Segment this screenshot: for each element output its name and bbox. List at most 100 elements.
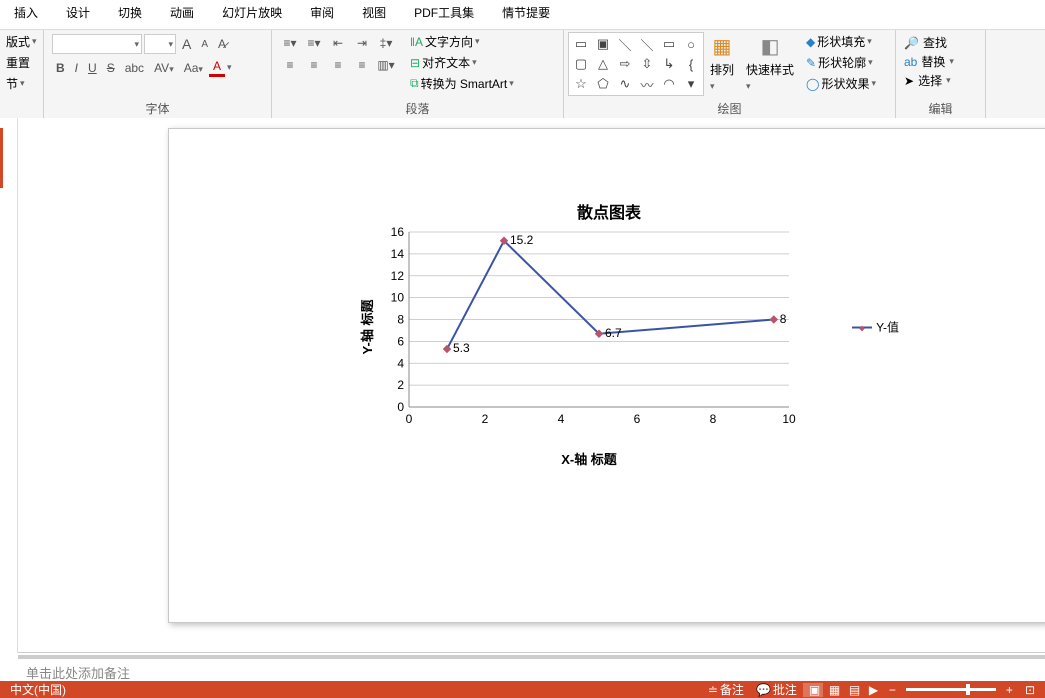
svg-text:4: 4: [558, 412, 565, 426]
notes-icon: ≐: [708, 683, 718, 697]
arrange-button[interactable]: ▦ 排列▾: [704, 32, 740, 94]
x-axis-title: X-轴 标题: [379, 449, 799, 468]
line-spacing-button[interactable]: ‡▾: [376, 34, 396, 52]
tab-design[interactable]: 设计: [52, 2, 104, 23]
shape-brace-icon[interactable]: {: [681, 55, 701, 73]
shape-line2-icon[interactable]: ＼: [637, 35, 657, 53]
find-button[interactable]: 🔎查找: [904, 34, 954, 51]
shape-triangle-icon[interactable]: △: [593, 55, 613, 73]
convert-smartart-button[interactable]: ⧉ 转换为 SmartArt▾: [408, 74, 516, 93]
shape-rect-icon[interactable]: ▭: [659, 35, 679, 53]
shape-fill-button[interactable]: ◆ 形状填充▾: [804, 32, 878, 51]
select-button[interactable]: ➤选择▾: [904, 72, 954, 89]
shape-arrow-ud-icon[interactable]: ⇳: [637, 55, 657, 73]
shape-arrow-r-icon[interactable]: ⇨: [615, 55, 635, 73]
slideshow-view-button[interactable]: ▶: [863, 683, 883, 697]
slide-canvas[interactable]: 散点图表 Y-轴 标题 02468101214160246810 Y-值 5.3…: [168, 128, 1045, 623]
shape-picture-icon[interactable]: ▣: [593, 35, 613, 53]
align-center-button[interactable]: ≡: [304, 56, 324, 74]
text-direction-button[interactable]: ‖A 文字方向▾: [408, 32, 516, 51]
tab-pdf[interactable]: PDF工具集: [400, 2, 488, 23]
shape-arc-icon[interactable]: ◠: [659, 75, 679, 93]
active-slide-indicator: [0, 128, 3, 188]
shape-polygon-icon[interactable]: ⬠: [593, 75, 613, 93]
notes-toggle[interactable]: ≐备注: [702, 681, 750, 698]
shape-curve-icon[interactable]: ∿: [615, 75, 635, 93]
tab-slideshow[interactable]: 幻灯片放映: [208, 2, 296, 23]
bullets-button[interactable]: ≡▾: [280, 34, 300, 52]
shape-more-icon[interactable]: ▾: [681, 75, 701, 93]
svg-text:8: 8: [397, 313, 404, 327]
legend-label: Y-值: [876, 319, 899, 336]
language-status[interactable]: 中文(中国): [4, 681, 72, 698]
underline-button[interactable]: U: [84, 60, 101, 76]
numbering-button[interactable]: ≡▾: [304, 34, 324, 52]
decrease-font-button[interactable]: A: [197, 38, 212, 51]
svg-text:10: 10: [782, 412, 796, 426]
reading-view-button[interactable]: ▤: [843, 683, 863, 697]
align-right-button[interactable]: ≡: [328, 56, 348, 74]
shape-connector-icon[interactable]: ↳: [659, 55, 679, 73]
normal-view-button[interactable]: ▣: [803, 683, 823, 697]
font-family-combo[interactable]: ▾: [52, 34, 142, 54]
data-label: 6.7: [605, 326, 622, 340]
shape-freeform-icon[interactable]: 〰: [637, 75, 657, 93]
strikethrough-button[interactable]: S: [103, 60, 119, 76]
tab-animation[interactable]: 动画: [156, 2, 208, 23]
shape-oval-icon[interactable]: ○: [681, 35, 701, 53]
effects-icon: ◯: [806, 77, 819, 91]
tab-view[interactable]: 视图: [348, 2, 400, 23]
shape-star-icon[interactable]: ☆: [571, 75, 591, 93]
notes-pane[interactable]: 单击此处添加备注: [18, 655, 1045, 683]
layout-button[interactable]: 版式▾: [4, 32, 39, 51]
svg-text:2: 2: [397, 378, 404, 392]
tab-storyboard[interactable]: 情节提要: [488, 2, 564, 23]
comments-toggle[interactable]: 💬批注: [750, 681, 803, 698]
change-case-button[interactable]: Aa▾: [180, 60, 207, 76]
quick-styles-button[interactable]: ◧ 快速样式▾: [740, 32, 800, 94]
reset-button[interactable]: 重置: [4, 53, 39, 72]
shapes-gallery[interactable]: ▭ ▣ ＼ ＼ ▭ ○ ▢ △ ⇨ ⇳ ↳ { ☆ ⬠ ∿ 〰 ◠ ▾: [568, 32, 704, 96]
justify-button[interactable]: ≡: [352, 56, 372, 74]
zoom-in-button[interactable]: +: [1000, 683, 1019, 697]
slide-editor[interactable]: 散点图表 Y-轴 标题 02468101214160246810 Y-值 5.3…: [18, 118, 1045, 653]
columns-button[interactable]: ▥▾: [376, 56, 396, 74]
char-spacing-button[interactable]: AV▾: [150, 60, 178, 76]
group-label-drawing: 绘图: [568, 98, 891, 119]
slide-thumbnail-panel[interactable]: [0, 118, 18, 653]
fit-window-button[interactable]: ⊡: [1019, 683, 1041, 697]
data-label: 5.3: [453, 341, 470, 355]
tab-review[interactable]: 审阅: [296, 2, 348, 23]
shape-textbox-icon[interactable]: ▭: [571, 35, 591, 53]
svg-text:8: 8: [710, 412, 717, 426]
svg-text:6: 6: [634, 412, 641, 426]
text-shadow-button[interactable]: abc: [121, 60, 148, 76]
align-text-button[interactable]: ⊟ 对齐文本▾: [408, 53, 516, 72]
increase-indent-button[interactable]: ⇥: [352, 34, 372, 52]
tab-insert[interactable]: 插入: [0, 2, 52, 23]
increase-font-button[interactable]: A: [178, 35, 195, 53]
sorter-view-button[interactable]: ▦: [823, 683, 843, 697]
replace-button[interactable]: ab替换▾: [904, 53, 954, 70]
shape-effects-button[interactable]: ◯ 形状效果▾: [804, 74, 878, 93]
clear-format-button[interactable]: A̷: [214, 36, 230, 52]
chart[interactable]: 散点图表 Y-轴 标题 02468101214160246810 Y-值 5.3…: [329, 199, 889, 499]
tab-transition[interactable]: 切换: [104, 2, 156, 23]
section-button[interactable]: 节▾: [4, 74, 39, 93]
font-size-combo[interactable]: ▾: [144, 34, 176, 54]
comments-icon: 💬: [756, 683, 771, 697]
workspace: 散点图表 Y-轴 标题 02468101214160246810 Y-值 5.3…: [0, 118, 1045, 653]
font-color-button[interactable]: A: [209, 58, 225, 77]
shape-rrect-icon[interactable]: ▢: [571, 55, 591, 73]
bucket-icon: ◆: [806, 35, 815, 49]
bold-button[interactable]: B: [52, 60, 69, 76]
zoom-out-button[interactable]: −: [883, 683, 902, 697]
decrease-indent-button[interactable]: ⇤: [328, 34, 348, 52]
zoom-slider[interactable]: [906, 688, 996, 691]
shape-line-icon[interactable]: ＼: [615, 35, 635, 53]
svg-text:6: 6: [397, 334, 404, 348]
italic-button[interactable]: I: [71, 60, 82, 76]
align-left-button[interactable]: ≡: [280, 56, 300, 74]
shape-outline-button[interactable]: ✎ 形状轮廓▾: [804, 53, 878, 72]
legend-marker-icon: [852, 326, 872, 328]
